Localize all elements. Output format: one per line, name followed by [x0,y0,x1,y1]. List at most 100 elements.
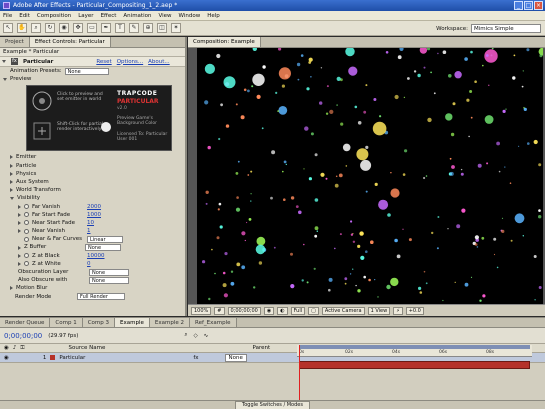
tab-example[interactable]: Example [115,318,150,327]
near-vanish-value[interactable]: 1 [87,227,91,235]
group-world[interactable]: World Transform [0,186,185,194]
clone-tool-icon[interactable]: ⊕ [143,23,153,33]
snapshot-icon[interactable]: ◉ [263,306,275,315]
group-particle[interactable]: Particle [0,162,185,170]
menu-help[interactable]: Help [207,13,220,19]
timeline-timecode[interactable]: 0;00;00;00 [4,332,42,340]
reset-link[interactable]: Reset [96,57,111,67]
visibility-disclosure-icon[interactable] [10,196,14,200]
camera-select[interactable]: Active Camera [321,306,365,315]
particular-preview-panel[interactable]: Click to preview and set emitter in worl… [26,85,172,152]
brush-tool-icon[interactable]: ✎ [129,23,139,33]
menu-view[interactable]: View [158,13,171,19]
rotate-tool-icon[interactable]: ↻ [45,23,55,33]
tab-comp-1[interactable]: Comp 1 [50,318,83,327]
stopwatch-icon[interactable] [24,212,29,218]
graph-editor-icon[interactable]: ∿ [204,333,209,339]
visibility-eye-icon[interactable]: ◉ [4,355,9,361]
views-select[interactable]: 1 View [367,306,391,315]
far-start-twirl-icon[interactable] [18,212,21,217]
zoom-select[interactable]: 100% [191,306,212,315]
stopwatch-icon[interactable] [24,220,29,226]
zatwhite-value[interactable]: 0 [87,260,91,268]
pen-tool-icon[interactable]: ✒ [101,23,111,33]
obscuration-select[interactable]: None [89,268,129,276]
particle-disclosure-icon[interactable] [10,163,13,168]
fx-icon[interactable]: fx [11,58,18,65]
aux-disclosure-icon[interactable] [10,180,13,185]
group-aux[interactable]: Aux System [0,178,185,186]
presets-select[interactable]: None [64,67,109,75]
zatblack-value[interactable]: 10000 [87,252,105,260]
tab-ref-example[interactable]: Ref_Example [190,318,237,327]
also-obscure-select[interactable]: None [89,276,129,284]
selection-tool-icon[interactable]: ↖ [3,23,13,33]
menu-file[interactable]: File [3,13,12,19]
grid-icon[interactable]: # [214,306,225,315]
zatwhite-twirl-icon[interactable] [18,261,21,266]
near-vanish-twirl-icon[interactable] [18,229,21,234]
mask-tool-icon[interactable]: ▭ [87,23,97,33]
group-visibility[interactable]: Visibility [0,194,185,202]
tab-comp-3[interactable]: Comp 3 [82,318,116,327]
stopwatch-icon[interactable] [24,204,29,210]
tab-effect-controls[interactable]: Effect Controls: Particular [29,37,111,47]
channel-icon[interactable]: ◐ [277,306,288,315]
parent-select[interactable]: None [224,353,247,362]
preview-disclosure-icon[interactable] [3,77,7,81]
maximize-button[interactable]: □ [524,1,533,10]
exposure-value[interactable]: +0.0 [405,306,424,315]
tab-render-queue[interactable]: Render Queue [0,318,51,327]
stopwatch-icon[interactable] [24,228,29,234]
tab-example-2[interactable]: Example 2 [149,318,191,327]
far-start-value[interactable]: 1000 [87,211,101,219]
tab-project[interactable]: Project [0,37,30,47]
about-link[interactable]: About... [148,57,170,67]
toggle-switches-button[interactable]: Toggle Switches / Modes [235,400,310,409]
preview-group[interactable]: Preview [0,75,185,83]
physics-disclosure-icon[interactable] [10,171,13,176]
menu-animation[interactable]: Animation [123,13,151,19]
timecode-display[interactable]: 0;00;00;00 [227,306,261,315]
source-name-header[interactable]: Source Name [69,345,209,351]
fx-switch-icon[interactable]: fx [193,355,198,361]
zbuffer-twirl-icon[interactable] [18,245,21,250]
menu-layer[interactable]: Layer [78,13,93,19]
eraser-tool-icon[interactable]: ◫ [157,23,167,33]
work-area-bar[interactable] [299,345,530,349]
emitter-disclosure-icon[interactable] [10,155,13,160]
zoom-tool-icon[interactable]: ⌕ [31,23,41,33]
stopwatch-icon[interactable] [24,236,29,242]
layer-duration-bar[interactable] [299,361,530,369]
menu-effect[interactable]: Effect [101,13,117,19]
menu-window[interactable]: Window [179,13,201,19]
near-far-select[interactable]: Linear [87,235,123,243]
group-physics[interactable]: Physics [0,170,185,178]
close-button[interactable]: × [534,1,543,10]
workspace-select[interactable]: Mimics Simple [471,24,541,33]
zbuffer-select[interactable]: None [85,244,121,252]
near-start-value[interactable]: 10 [87,219,94,227]
motion-blur-disclosure-icon[interactable] [10,286,13,291]
minimize-button[interactable]: _ [514,1,523,10]
hand-tool-icon[interactable]: ✋ [17,23,27,33]
effect-disclosure-icon[interactable] [2,60,6,63]
draft3d-icon[interactable]: ◇ [193,333,197,339]
fast-preview-icon[interactable]: ⚡ [393,306,403,315]
pan-behind-tool-icon[interactable]: ✥ [73,23,83,33]
far-vanish-value[interactable]: 2000 [87,203,101,211]
composition-viewer[interactable] [197,48,543,304]
puppet-tool-icon[interactable]: ✶ [171,23,181,33]
world-disclosure-icon[interactable] [10,188,13,193]
tab-composition[interactable]: Composition: Example [188,37,261,47]
group-motion-blur[interactable]: Motion Blur [0,284,185,292]
region-icon[interactable]: ▢ [308,306,319,315]
menu-composition[interactable]: Composition [37,13,71,19]
search-icon[interactable]: ⌕ [184,332,187,339]
menu-edit[interactable]: Edit [19,13,30,19]
text-tool-icon[interactable]: T [115,23,125,33]
layer-color-label[interactable] [50,355,56,360]
near-start-twirl-icon[interactable] [18,220,21,225]
render-mode-select[interactable]: Full Render [77,293,125,301]
stopwatch-icon[interactable] [24,261,29,267]
